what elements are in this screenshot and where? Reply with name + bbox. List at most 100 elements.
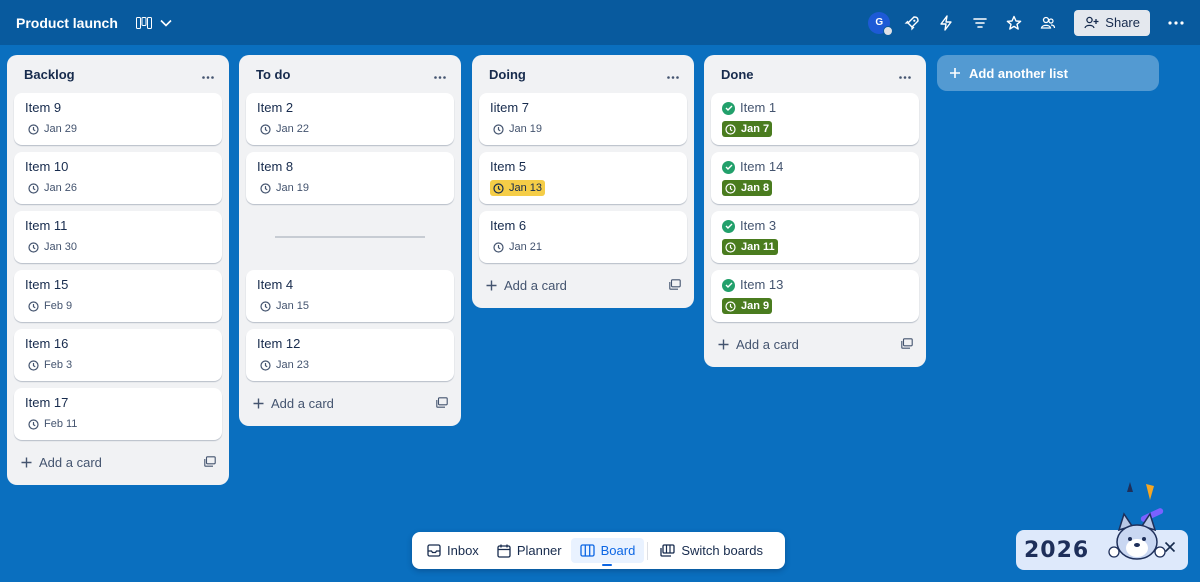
- card-drop-placeholder: [246, 211, 454, 263]
- add-card-button[interactable]: Add a card: [479, 270, 687, 300]
- card[interactable]: Item 14 Jan 8: [711, 152, 919, 204]
- automation-button[interactable]: [932, 9, 960, 37]
- card-template-button[interactable]: [204, 455, 216, 470]
- more-icon: [899, 76, 911, 79]
- add-card-left: Add a card: [253, 396, 334, 411]
- clock-icon: [28, 418, 39, 430]
- card-title-row: Item 8: [257, 159, 443, 175]
- complete-check-icon[interactable]: [722, 160, 735, 174]
- list-menu-button[interactable]: [899, 66, 911, 82]
- list-title[interactable]: Backlog: [24, 67, 75, 82]
- due-date-badge[interactable]: Jan 13: [490, 180, 546, 196]
- due-date-badge[interactable]: Jan 11: [722, 239, 778, 255]
- due-date-badge[interactable]: Jan 9: [722, 298, 773, 314]
- mascot-illustration-icon: [1108, 482, 1166, 560]
- template-icon: [436, 396, 448, 408]
- card-title-row: Item 11: [25, 218, 211, 234]
- add-card-button[interactable]: Add a card: [14, 447, 222, 477]
- list-header: Doing: [479, 55, 687, 93]
- nav-board[interactable]: Board: [570, 538, 645, 566]
- clock-icon: [725, 182, 736, 194]
- clock-icon: [28, 182, 39, 194]
- card-title-row: Item 1: [722, 100, 908, 116]
- card-title-row: Item 3: [722, 218, 908, 234]
- card-template-button[interactable]: [436, 396, 448, 411]
- board-title[interactable]: Product launch: [16, 15, 118, 31]
- due-date-badge[interactable]: Jan 26: [25, 180, 80, 196]
- clock-icon: [28, 123, 39, 135]
- due-date-badge[interactable]: Jan 19: [257, 180, 312, 196]
- plus-icon: [253, 398, 264, 408]
- member-avatar[interactable]: G: [868, 11, 894, 36]
- card[interactable]: Item 17 Feb 11: [14, 388, 222, 440]
- add-card-button[interactable]: Add a card: [711, 329, 919, 359]
- list-title[interactable]: Doing: [489, 67, 526, 82]
- header-actions: G Share: [868, 0, 1190, 45]
- card-template-button[interactable]: [669, 278, 681, 293]
- complete-check-icon[interactable]: [722, 101, 735, 115]
- star-icon: [1006, 15, 1022, 30]
- card[interactable]: Item 11 Jan 30: [14, 211, 222, 263]
- due-date-badge[interactable]: Jan 7: [722, 121, 773, 137]
- more-icon: [434, 76, 446, 79]
- card[interactable]: Item 9 Jan 29: [14, 93, 222, 145]
- clock-icon: [260, 182, 271, 194]
- due-date: Jan 26: [44, 182, 78, 194]
- list-header: Done: [711, 55, 919, 93]
- visibility-button[interactable]: [1034, 9, 1062, 37]
- list-menu-button[interactable]: [434, 66, 446, 82]
- nav-switch-boards[interactable]: Switch boards: [651, 538, 772, 563]
- list-title[interactable]: To do: [256, 67, 290, 82]
- card-title-row: Item 9: [25, 100, 211, 116]
- power-ups-button[interactable]: [898, 9, 926, 37]
- board-view-switcher[interactable]: [135, 16, 172, 29]
- nav-planner[interactable]: Planner: [488, 538, 571, 563]
- bottom-navigation: Inbox Planner Board Switch boards: [412, 532, 785, 569]
- due-date-badge[interactable]: Feb 11: [25, 416, 80, 432]
- star-board-button[interactable]: [1000, 9, 1028, 37]
- add-another-list-button[interactable]: Add another list: [937, 55, 1159, 91]
- card-title: Item 13: [740, 277, 784, 292]
- card[interactable]: Item 8 Jan 19: [246, 152, 454, 204]
- due-date-badge[interactable]: Jan 19: [490, 121, 545, 137]
- due-date-badge[interactable]: Jan 22: [257, 121, 312, 137]
- card[interactable]: Item 6 Jan 21: [479, 211, 687, 263]
- card[interactable]: Item 2 Jan 22: [246, 93, 454, 145]
- card-title: Item 6: [490, 218, 527, 233]
- card[interactable]: Item 3 Jan 11: [711, 211, 919, 263]
- board-menu-button[interactable]: [1162, 9, 1190, 37]
- card[interactable]: Item 16 Feb 3: [14, 329, 222, 381]
- card[interactable]: Item 1 Jan 7: [711, 93, 919, 145]
- card-title: Item 4: [257, 277, 294, 292]
- list-menu-button[interactable]: [667, 66, 679, 82]
- nav-inbox-label: Inbox: [447, 543, 479, 558]
- due-date-badge[interactable]: Jan 30: [25, 239, 80, 255]
- complete-check-icon[interactable]: [722, 219, 735, 233]
- add-card-button[interactable]: Add a card: [246, 388, 454, 418]
- due-date-badge[interactable]: Feb 9: [25, 298, 75, 314]
- card[interactable]: Item 5 Jan 13: [479, 152, 687, 204]
- due-date-badge[interactable]: Jan 29: [25, 121, 80, 137]
- list-title[interactable]: Done: [721, 67, 754, 82]
- due-date-badge[interactable]: Jan 23: [257, 357, 312, 373]
- card[interactable]: Item 10 Jan 26: [14, 152, 222, 204]
- card[interactable]: Item 13 Jan 9: [711, 270, 919, 322]
- complete-check-icon[interactable]: [722, 278, 735, 292]
- share-button[interactable]: Share: [1074, 9, 1150, 36]
- card-template-button[interactable]: [901, 337, 913, 352]
- card[interactable]: Item 4 Jan 15: [246, 270, 454, 322]
- template-icon: [204, 455, 216, 467]
- clock-icon: [260, 123, 271, 135]
- due-date-badge[interactable]: Jan 8: [722, 180, 773, 196]
- due-date-badge[interactable]: Jan 21: [490, 239, 545, 255]
- clock-icon: [28, 359, 39, 371]
- filter-button[interactable]: [966, 9, 994, 37]
- card[interactable]: Item 15 Feb 9: [14, 270, 222, 322]
- nav-inbox[interactable]: Inbox: [418, 538, 488, 563]
- list-menu-button[interactable]: [202, 66, 214, 82]
- card[interactable]: Iitem 7 Jan 19: [479, 93, 687, 145]
- card-title: Item 1: [740, 100, 777, 115]
- due-date-badge[interactable]: Jan 15: [257, 298, 312, 314]
- due-date-badge[interactable]: Feb 3: [25, 357, 75, 373]
- card[interactable]: Item 12 Jan 23: [246, 329, 454, 381]
